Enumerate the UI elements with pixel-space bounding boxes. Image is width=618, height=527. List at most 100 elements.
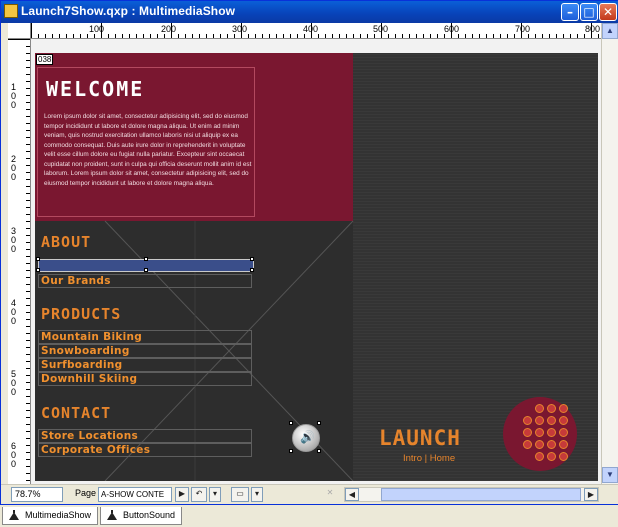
- ruler-tick: [290, 34, 291, 38]
- close-button[interactable]: ✕: [599, 3, 617, 21]
- resize-handle[interactable]: [289, 421, 293, 425]
- ruler-tick: [115, 34, 116, 38]
- ruler-tick: [26, 186, 30, 187]
- tab-multimediashow[interactable]: MultimediaShow: [2, 507, 98, 525]
- ruler-tick: [514, 34, 515, 38]
- ruler-tick: [367, 34, 368, 38]
- ruler-origin[interactable]: [8, 23, 31, 39]
- vertical-ruler[interactable]: 100 200 300 400 500 600: [8, 39, 31, 484]
- ruler-label: 300: [232, 24, 248, 34]
- resize-handle[interactable]: [36, 257, 40, 261]
- resize-handle[interactable]: [250, 268, 254, 272]
- ruler-tick: [26, 228, 30, 229]
- scroll-left-button[interactable]: ◀: [345, 488, 359, 501]
- maximize-button[interactable]: □: [580, 3, 598, 21]
- ruler-tick: [26, 473, 30, 474]
- vertical-scrollbar[interactable]: ▲ ▼: [601, 23, 618, 484]
- ruler-tick: [73, 34, 74, 38]
- minimize-icon: –: [567, 5, 573, 19]
- resize-handle[interactable]: [317, 449, 321, 453]
- ruler-tick: [26, 144, 30, 145]
- resize-handle[interactable]: [317, 421, 321, 425]
- ruler-label: 100: [10, 82, 16, 110]
- horizontal-ruler[interactable]: 100 200 300 400 500 600 700 800: [31, 23, 601, 39]
- page-field[interactable]: A-SHOW CONTE: [98, 487, 172, 502]
- view-button[interactable]: ▭: [231, 487, 249, 502]
- view-menu-button[interactable]: ▾: [251, 487, 263, 502]
- link-downhill-skiing[interactable]: Downhill Skiing: [38, 372, 252, 386]
- link-our-brands[interactable]: Our Brands: [38, 274, 252, 288]
- ruler-tick: [26, 403, 30, 404]
- maximize-icon: □: [583, 5, 595, 19]
- ruler-tick: [304, 34, 305, 38]
- resize-handle[interactable]: [250, 257, 254, 261]
- ruler-tick: [535, 34, 536, 38]
- ruler-tick: [26, 53, 30, 54]
- link-surfboarding[interactable]: Surfboarding: [38, 358, 252, 372]
- ruler-tick: [262, 34, 263, 38]
- ruler-tick: [213, 34, 214, 38]
- scroll-right-button[interactable]: ▶: [584, 488, 598, 501]
- ruler-tick: [395, 34, 396, 38]
- ruler-tick: [26, 130, 30, 131]
- page-menu-button[interactable]: ▾: [209, 487, 221, 502]
- ruler-tick: [26, 326, 30, 327]
- ruler-tick: [26, 319, 30, 320]
- minimize-button[interactable]: –: [561, 3, 579, 21]
- link-corporate-offices[interactable]: Corporate Offices: [38, 443, 252, 457]
- disc-dot: [535, 440, 544, 449]
- welcome-text-box[interactable]: WELCOME Lorem ipsum dolor sit amet, cons…: [37, 67, 255, 217]
- ruler-tick: [26, 172, 30, 173]
- ruler-tick: [444, 34, 445, 38]
- disc-dot: [523, 428, 532, 437]
- welcome-body: Lorem ipsum dolor sit amet, consectetur …: [44, 113, 252, 187]
- link-snowboarding[interactable]: Snowboarding: [38, 344, 252, 358]
- resize-handle[interactable]: [289, 449, 293, 453]
- resize-handle[interactable]: [144, 268, 148, 272]
- resize-handle[interactable]: [36, 268, 40, 272]
- ruler-tick: [26, 123, 30, 124]
- ruler-tick: [542, 34, 543, 38]
- undo-button[interactable]: ↶: [191, 487, 207, 502]
- layout-canvas[interactable]: WELCOME Lorem ipsum dolor sit amet, cons…: [31, 39, 601, 484]
- sound-button[interactable]: 🔊: [289, 421, 321, 453]
- ruler-tick: [185, 34, 186, 38]
- disc-dot: [559, 416, 568, 425]
- scroll-up-button[interactable]: ▲: [602, 23, 618, 39]
- ruler-tick: [26, 452, 30, 453]
- ruler-tick: [332, 34, 333, 38]
- scroll-thumb[interactable]: [381, 488, 581, 501]
- selected-button-box[interactable]: [36, 257, 254, 272]
- products-title: PRODUCTS: [41, 305, 122, 323]
- link-mountain-biking[interactable]: Mountain Biking: [38, 330, 252, 344]
- ruler-tick: [339, 34, 340, 38]
- page-next-button[interactable]: ▶: [175, 487, 189, 502]
- tab-label: MultimediaShow: [25, 510, 92, 520]
- ruler-label: 400: [10, 298, 16, 326]
- ruler-tick: [402, 34, 403, 38]
- title-bar[interactable]: Launch7Show.qxp : MultimediaShow – □ ✕: [1, 1, 618, 23]
- tab-buttonsound[interactable]: ButtonSound: [100, 507, 182, 525]
- ruler-tick: [26, 46, 30, 47]
- ruler-tick: [26, 207, 30, 208]
- disc-dot: [559, 452, 568, 461]
- ruler-tick: [26, 214, 30, 215]
- disc-dot: [547, 428, 556, 437]
- resize-handle[interactable]: [144, 257, 148, 261]
- horizontal-scrollbar[interactable]: ◀ ▶: [344, 487, 599, 502]
- ruler-tick: [26, 221, 30, 222]
- launch-nav-links[interactable]: Intro | Home: [403, 453, 455, 464]
- show-stage: WELCOME Lorem ipsum dolor sit amet, cons…: [35, 53, 598, 481]
- ruler-tick: [52, 34, 53, 38]
- ruler-tick: [26, 361, 30, 362]
- link-store-locations[interactable]: Store Locations: [38, 429, 252, 443]
- zoom-field[interactable]: 78.7%: [11, 487, 63, 502]
- welcome-title: WELCOME: [46, 77, 145, 101]
- ruler-tick: [26, 417, 30, 418]
- ruler-tick: [584, 34, 585, 38]
- ruler-tick: [87, 34, 88, 38]
- ruler-tick: [26, 116, 30, 117]
- ruler-tick: [26, 382, 30, 383]
- ruler-tick: [26, 354, 30, 355]
- scroll-down-button[interactable]: ▼: [602, 467, 618, 483]
